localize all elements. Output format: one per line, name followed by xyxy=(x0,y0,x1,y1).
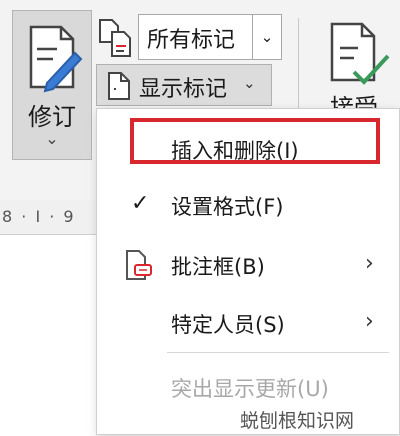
menu-item-formatting[interactable]: ✓ 设置格式(F) xyxy=(97,177,399,233)
menu-divider xyxy=(167,352,389,353)
menu-item-label: 特定人员(S) xyxy=(171,313,285,337)
red-highlight-box xyxy=(130,118,380,164)
track-changes-label: 修订 xyxy=(28,103,76,131)
menu-item-specific-people[interactable]: 特定人员(S) › xyxy=(97,295,399,351)
track-changes-button[interactable]: 修订 ⌄ xyxy=(12,10,92,160)
chevron-right-icon: › xyxy=(365,309,374,334)
menu-item-label: 批注框(B) xyxy=(171,255,265,279)
checkmark-icon: ✓ xyxy=(131,191,150,216)
watermark: 蜕刨根知识网 xyxy=(240,410,355,432)
balloon-icon xyxy=(126,250,152,280)
chevron-right-icon: › xyxy=(365,251,374,276)
show-markup-document-icon xyxy=(108,72,130,100)
menu-item-balloons[interactable]: 批注框(B) › xyxy=(97,237,399,293)
markup-view-value: 所有标记 xyxy=(147,28,236,53)
menu-item-label: 突出显示更新(U) xyxy=(171,377,329,401)
compare-documents-icon xyxy=(99,19,131,57)
menu-item-label: 设置格式(F) xyxy=(171,195,284,219)
show-markup-label: 显示标记 xyxy=(139,77,228,102)
markup-view-chevron-icon[interactable]: ⌄ xyxy=(252,15,281,59)
markup-view-dropdown[interactable]: 所有标记 ⌄ xyxy=(138,14,282,60)
track-changes-pencil-icon xyxy=(29,25,83,93)
show-markup-chevron-icon: ⌄ xyxy=(243,74,256,92)
show-markup-button[interactable]: 显示标记 ⌄ xyxy=(96,64,272,106)
track-changes-caret-icon: ⌄ xyxy=(45,129,59,148)
